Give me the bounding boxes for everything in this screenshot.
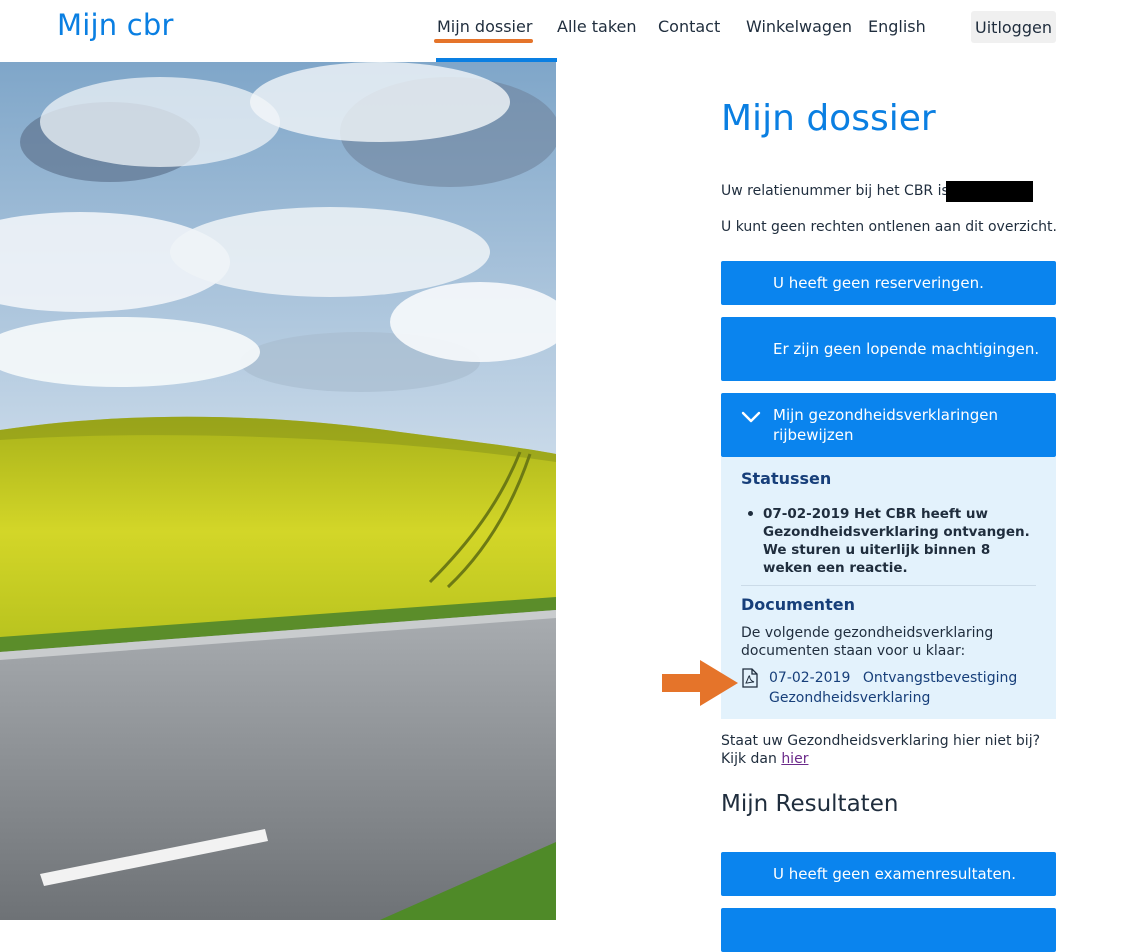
results-title: Mijn Resultaten xyxy=(721,791,899,817)
nav-english[interactable]: English xyxy=(868,17,926,36)
document-date: 07-02-2019 xyxy=(769,670,851,686)
examenresultaten-label: U heeft geen examenresultaten. xyxy=(773,865,1017,883)
hero-landscape-image xyxy=(0,62,556,920)
redacted-relatienummer xyxy=(946,181,1033,202)
logout-button[interactable]: Uitloggen xyxy=(971,11,1056,43)
nav-active-indicator xyxy=(434,39,533,43)
documenten-intro: De volgende gezondheidsverklaring docume… xyxy=(741,625,994,659)
reserveringen-button[interactable]: U heeft geen reserveringen. xyxy=(721,261,1056,305)
chevron-down-icon xyxy=(741,411,761,423)
statussen-heading: Statussen xyxy=(741,469,832,488)
nav-contact[interactable]: Contact xyxy=(658,17,720,36)
gezondheidsverklaringen-panel: Statussen 07-02-2019 Het CBR heeft uw Ge… xyxy=(721,457,1056,719)
divider xyxy=(741,585,1036,586)
gezondheidsverklaringen-label: Mijn gezondheidsverklaringen rijbewijzen xyxy=(773,406,999,444)
reserveringen-label: U heeft geen reserveringen. xyxy=(773,274,984,292)
examenresultaten-button[interactable]: U heeft geen examenresultaten. xyxy=(721,852,1056,896)
document-link[interactable]: 07-02-2019 Ontvangstbevestiging Gezondhe… xyxy=(769,668,1029,708)
relatienummer-label: Uw relatienummer bij het CBR is: xyxy=(721,183,954,199)
arrow-right-icon xyxy=(662,660,738,706)
status-bullet xyxy=(748,511,753,516)
machtigingen-button[interactable]: Er zijn geen lopende machtigingen. xyxy=(721,317,1056,381)
logo[interactable]: Mijn cbr xyxy=(57,8,174,42)
status-item: 07-02-2019 Het CBR heeft uw Gezondheidsv… xyxy=(763,506,1030,576)
machtigingen-label: Er zijn geen lopende machtigingen. xyxy=(773,340,1040,358)
gezondheidsverklaringen-toggle[interactable]: Mijn gezondheidsverklaringen rijbewijzen xyxy=(721,393,1056,457)
top-header: Mijn cbr Mijn dossier Alle taken Contact… xyxy=(0,0,1143,62)
disclaimer-text: U kunt geen rechten ontlenen aan dit ove… xyxy=(721,219,1057,235)
pdf-icon xyxy=(742,668,758,688)
nav-mijn-dossier[interactable]: Mijn dossier xyxy=(437,17,532,36)
nav-winkelwagen[interactable]: Winkelwagen xyxy=(746,17,852,36)
next-section-button[interactable] xyxy=(721,908,1056,952)
page-title: Mijn dossier xyxy=(721,98,936,139)
hier-link[interactable]: hier xyxy=(781,751,808,767)
nav-alle-taken[interactable]: Alle taken xyxy=(557,17,637,36)
notfound-label: Staat uw Gezondheidsverklaring hier niet… xyxy=(721,733,1041,767)
documenten-heading: Documenten xyxy=(741,595,855,614)
notfound-text: Staat uw Gezondheidsverklaring hier niet… xyxy=(721,732,1061,768)
